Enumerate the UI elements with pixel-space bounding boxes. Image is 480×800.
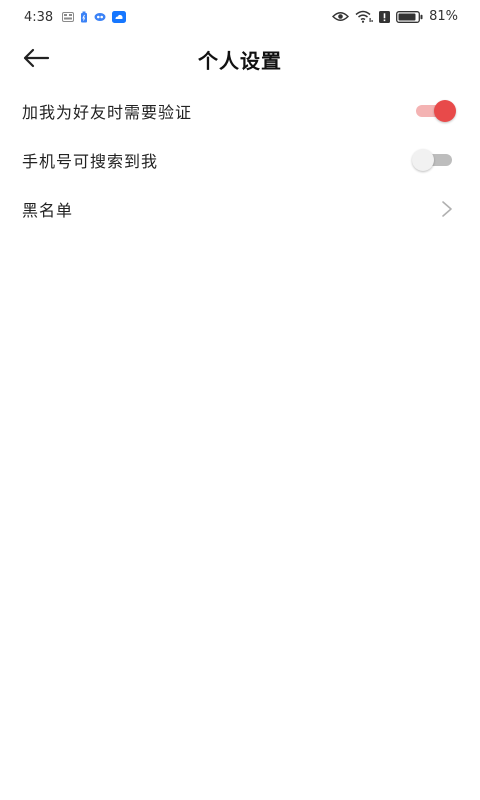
status-bar: 4:38 81% (0, 0, 480, 36)
alert-icon (379, 10, 391, 23)
setting-phone-searchable[interactable]: 手机号可搜索到我 (0, 135, 480, 184)
setting-label: 黑名单 (22, 200, 74, 220)
settings-list: 加我为好友时需要验证 手机号可搜索到我 黑名单 (0, 86, 480, 233)
toggle-thumb (434, 99, 456, 122)
phone-searchable-toggle[interactable] (412, 147, 456, 173)
toggle-thumb (412, 148, 434, 171)
page-title: 个人设置 (198, 49, 282, 73)
setting-label: 手机号可搜索到我 (22, 151, 159, 171)
cloud-sync-icon (94, 13, 106, 21)
wifi-icon (355, 10, 373, 23)
status-time: 4:38 (24, 10, 54, 25)
gallery-icon (62, 12, 74, 22)
status-left-icons (62, 11, 126, 23)
friend-verification-toggle[interactable] (412, 98, 456, 124)
battery-saver-icon (81, 11, 87, 23)
battery-percent: 81% (429, 9, 458, 24)
page-header: 个人设置 (0, 36, 480, 80)
battery-icon (396, 10, 423, 23)
status-right-icons: 81% (332, 9, 458, 24)
setting-blacklist[interactable]: 黑名单 (0, 184, 480, 233)
chevron-right-icon[interactable] (440, 200, 454, 218)
eye-icon (332, 12, 350, 21)
setting-label: 加我为好友时需要验证 (22, 102, 193, 122)
app-notification-icon (112, 11, 126, 23)
setting-friend-verification[interactable]: 加我为好友时需要验证 (0, 86, 480, 135)
